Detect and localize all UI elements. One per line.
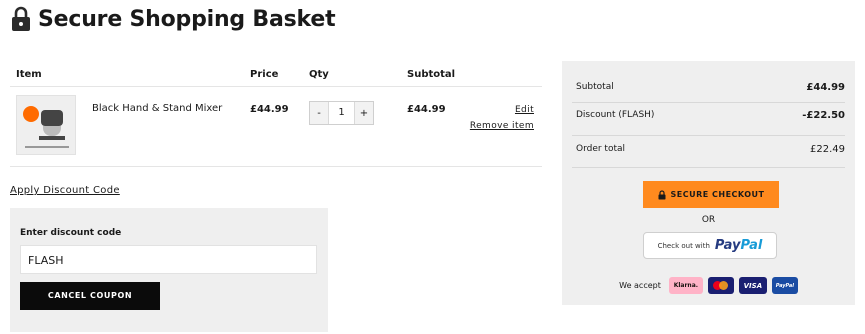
mastercard-icon (707, 277, 734, 294)
divider (10, 166, 542, 167)
qty-increase-button[interactable]: + (355, 102, 373, 124)
accepted-payments: We accept Klarna. VISA PayPal (562, 277, 855, 294)
summary-subtotal-row: Subtotal £44.99 (576, 82, 845, 93)
summary-discount-row: Discount (FLASH) -£22.50 (576, 110, 845, 121)
summary-discount-value: -£22.50 (802, 110, 845, 121)
summary-subtotal-label: Subtotal (576, 82, 614, 92)
accept-label: We accept (619, 281, 661, 290)
page-title: Secure Shopping Basket (38, 6, 336, 32)
paypal-checkout-button[interactable]: Check out with PayPal (643, 232, 777, 259)
column-header-price: Price (250, 69, 279, 80)
divider (10, 86, 542, 87)
klarna-icon: Klarna. (668, 277, 703, 294)
edit-item-link[interactable]: Edit (515, 105, 534, 115)
order-summary: Subtotal £44.99 Discount (FLASH) -£22.50… (562, 61, 855, 305)
qty-value[interactable]: 1 (328, 102, 355, 124)
summary-subtotal-value: £44.99 (806, 82, 845, 93)
quantity-stepper: - 1 + (309, 101, 374, 125)
product-image[interactable] (16, 95, 76, 155)
visa-icon: VISA (738, 277, 767, 294)
summary-discount-label: Discount (FLASH) (576, 110, 655, 120)
product-price: £44.99 (250, 104, 289, 115)
discount-field-label: Enter discount code (20, 228, 122, 238)
secure-checkout-label: SECURE CHECKOUT (670, 190, 765, 199)
lock-icon (12, 6, 30, 31)
product-name[interactable]: Black Hand & Stand Mixer (92, 103, 222, 114)
apply-discount-link[interactable]: Apply Discount Code (10, 185, 120, 196)
paypal-prefix: Check out with (657, 241, 710, 250)
mixer-icon (41, 110, 63, 126)
lock-icon (658, 189, 665, 199)
or-separator: OR (701, 215, 716, 225)
discount-panel: Enter discount code FLASH CANCEL COUPON (10, 208, 328, 332)
divider (572, 102, 845, 103)
column-header-qty: Qty (309, 69, 329, 80)
remove-item-link[interactable]: Remove item (470, 121, 534, 131)
summary-total-value: £22.49 (810, 144, 845, 155)
divider (572, 135, 845, 136)
summary-total-row: Order total £22.49 (576, 144, 845, 155)
divider (572, 167, 845, 168)
page-header: Secure Shopping Basket (10, 6, 336, 32)
discount-code-input[interactable]: FLASH (20, 245, 317, 274)
product-subtotal: £44.99 (407, 104, 446, 115)
cancel-coupon-button[interactable]: CANCEL COUPON (20, 282, 160, 310)
summary-total-label: Order total (576, 144, 626, 154)
column-header-item: Item (16, 69, 42, 80)
paypal-icon: PayPal (771, 277, 798, 294)
secure-checkout-button[interactable]: SECURE CHECKOUT (643, 181, 779, 208)
column-header-subtotal: Subtotal (407, 69, 456, 80)
qty-decrease-button[interactable]: - (310, 102, 328, 124)
sale-tag-icon (23, 106, 39, 122)
paypal-logo: PayPal (714, 238, 763, 253)
